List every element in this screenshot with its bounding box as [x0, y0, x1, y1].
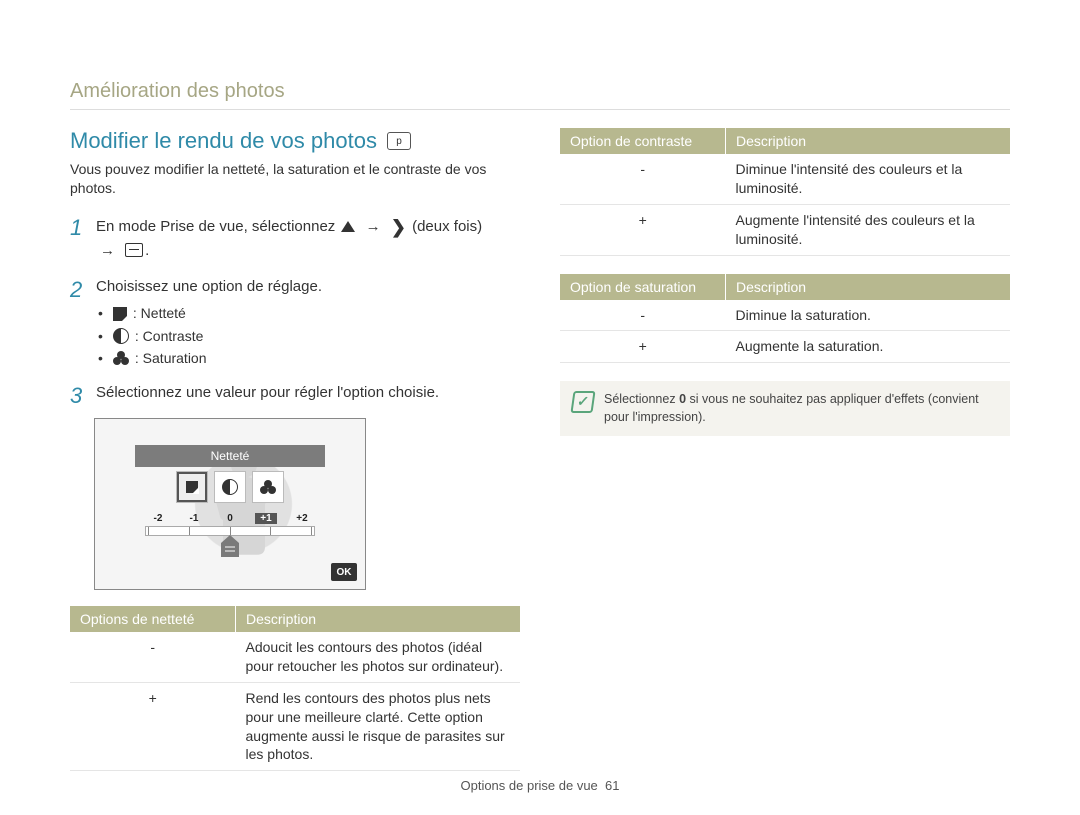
steps-list: 1 En mode Prise de vue, sélectionnez → ❯…: [70, 214, 520, 404]
triangle-up-icon: [341, 221, 355, 232]
table-cell-option: -: [560, 154, 726, 204]
lcd-title-bar: Netteté: [135, 445, 325, 467]
page-heading: Modifier le rendu de vos photos p: [70, 128, 520, 154]
table-row: + Rend les contours des photos plus nets…: [70, 682, 520, 771]
sharpness-table: Options de netteté Description - Adoucit…: [70, 606, 520, 771]
step-1-text-twice: (deux fois): [412, 218, 482, 235]
mode-badge-icon: p: [387, 132, 411, 150]
step-3-text: Sélectionnez une valeur pour régler l'op…: [96, 384, 439, 401]
bullet-sharpness-label: : Netteté: [133, 303, 186, 323]
left-column: Modifier le rendu de vos photos p Vous p…: [70, 128, 520, 789]
footer-page-number: 61: [605, 778, 619, 793]
table-header: Option de contraste: [560, 128, 726, 154]
scale-label: +2: [291, 513, 313, 524]
table-cell-option: -: [560, 300, 726, 331]
step-1-text-pre: En mode Prise de vue, sélectionnez: [96, 218, 339, 235]
image-adjust-icon: [125, 243, 143, 257]
note-text: Sélectionnez 0 si vous ne souhaitez pas …: [604, 391, 998, 426]
sharpness-icon: [186, 481, 198, 493]
table-header: Description: [726, 274, 1011, 300]
sharpness-icon: [113, 307, 127, 321]
step-2-text: Choisissez une option de réglage.: [96, 278, 322, 295]
step-1-text-post: .: [145, 242, 149, 259]
section-title: Amélioration des photos: [70, 0, 1010, 110]
arrow-right-icon: →: [100, 242, 115, 259]
bullet-saturation: : Saturation: [98, 348, 520, 368]
step-number: 2: [70, 274, 82, 306]
table-cell-option: -: [70, 632, 236, 682]
saturation-icon: [260, 480, 276, 494]
contrast-icon: [222, 479, 238, 495]
table-row: - Diminue l'intensité des couleurs et la…: [560, 154, 1010, 204]
table-header: Description: [236, 606, 521, 632]
arrow-right-icon: →: [366, 218, 381, 235]
bullet-sharpness: : Netteté: [98, 303, 520, 323]
bullet-saturation-label: : Saturation: [135, 348, 207, 368]
step-2: 2 Choisissez une option de réglage. : Ne…: [70, 276, 520, 369]
bullet-contrast-label: : Contraste: [135, 326, 203, 346]
scale-label: -1: [183, 513, 205, 524]
page-footer: Options de prise de vue 61: [0, 778, 1080, 793]
table-cell-desc: Augmente l'intensité des couleurs et la …: [726, 204, 1011, 255]
lcd-saturation-button[interactable]: [252, 471, 284, 503]
table-cell-option: +: [70, 682, 236, 771]
lcd-contrast-button[interactable]: [214, 471, 246, 503]
contrast-icon: [113, 328, 129, 344]
scale-label: -2: [147, 513, 169, 524]
heading-text: Modifier le rendu de vos photos: [70, 128, 377, 154]
step-number: 1: [70, 212, 82, 244]
bullet-contrast: : Contraste: [98, 326, 520, 346]
saturation-table: Option de saturation Description - Dimin…: [560, 274, 1010, 364]
table-cell-desc: Adoucit les contours des photos (idéal p…: [236, 632, 521, 682]
table-cell-desc: Rend les contours des photos plus nets p…: [236, 682, 521, 771]
scale-label-selected: +1: [255, 513, 277, 524]
step-3: 3 Sélectionnez une valeur pour régler l'…: [70, 382, 520, 404]
table-cell-option: +: [560, 331, 726, 363]
table-header: Description: [726, 128, 1011, 154]
table-row: + Augmente la saturation.: [560, 331, 1010, 363]
footer-label: Options de prise de vue: [460, 778, 597, 793]
lcd-icon-row: [176, 471, 284, 503]
columns: Modifier le rendu de vos photos p Vous p…: [70, 128, 1010, 789]
table-cell-option: +: [560, 204, 726, 255]
lcd-ok-button[interactable]: OK: [331, 563, 357, 581]
lcd-sharpness-button[interactable]: [176, 471, 208, 503]
note-icon: ✓: [570, 391, 595, 413]
table-cell-desc: Augmente la saturation.: [726, 331, 1011, 363]
step-number: 3: [70, 380, 82, 412]
chevron-right-icon: ❯: [391, 214, 406, 240]
contrast-table: Option de contraste Description - Diminu…: [560, 128, 1010, 256]
page: Amélioration des photos Modifier le rend…: [0, 0, 1080, 815]
table-cell-desc: Diminue la saturation.: [726, 300, 1011, 331]
saturation-icon: [113, 351, 129, 365]
table-cell-desc: Diminue l'intensité des couleurs et la l…: [726, 154, 1011, 204]
table-header: Option de saturation: [560, 274, 726, 300]
right-column: Option de contraste Description - Diminu…: [560, 128, 1010, 789]
table-row: + Augmente l'intensité des couleurs et l…: [560, 204, 1010, 255]
step-2-bullets: : Netteté : Contraste : Saturation: [98, 303, 520, 368]
lcd-preview: Netteté -2 -1 0 +1 +2: [94, 418, 366, 590]
table-row: - Diminue la saturation.: [560, 300, 1010, 331]
step-1: 1 En mode Prise de vue, sélectionnez → ❯…: [70, 214, 520, 262]
table-header: Options de netteté: [70, 606, 236, 632]
table-row: - Adoucit les contours des photos (idéal…: [70, 632, 520, 682]
slider-handle-icon[interactable]: [221, 535, 239, 557]
intro-paragraph: Vous pouvez modifier la netteté, la satu…: [70, 160, 520, 198]
scale-label: 0: [219, 513, 241, 524]
note-box: ✓ Sélectionnez 0 si vous ne souhaitez pa…: [560, 381, 1010, 436]
